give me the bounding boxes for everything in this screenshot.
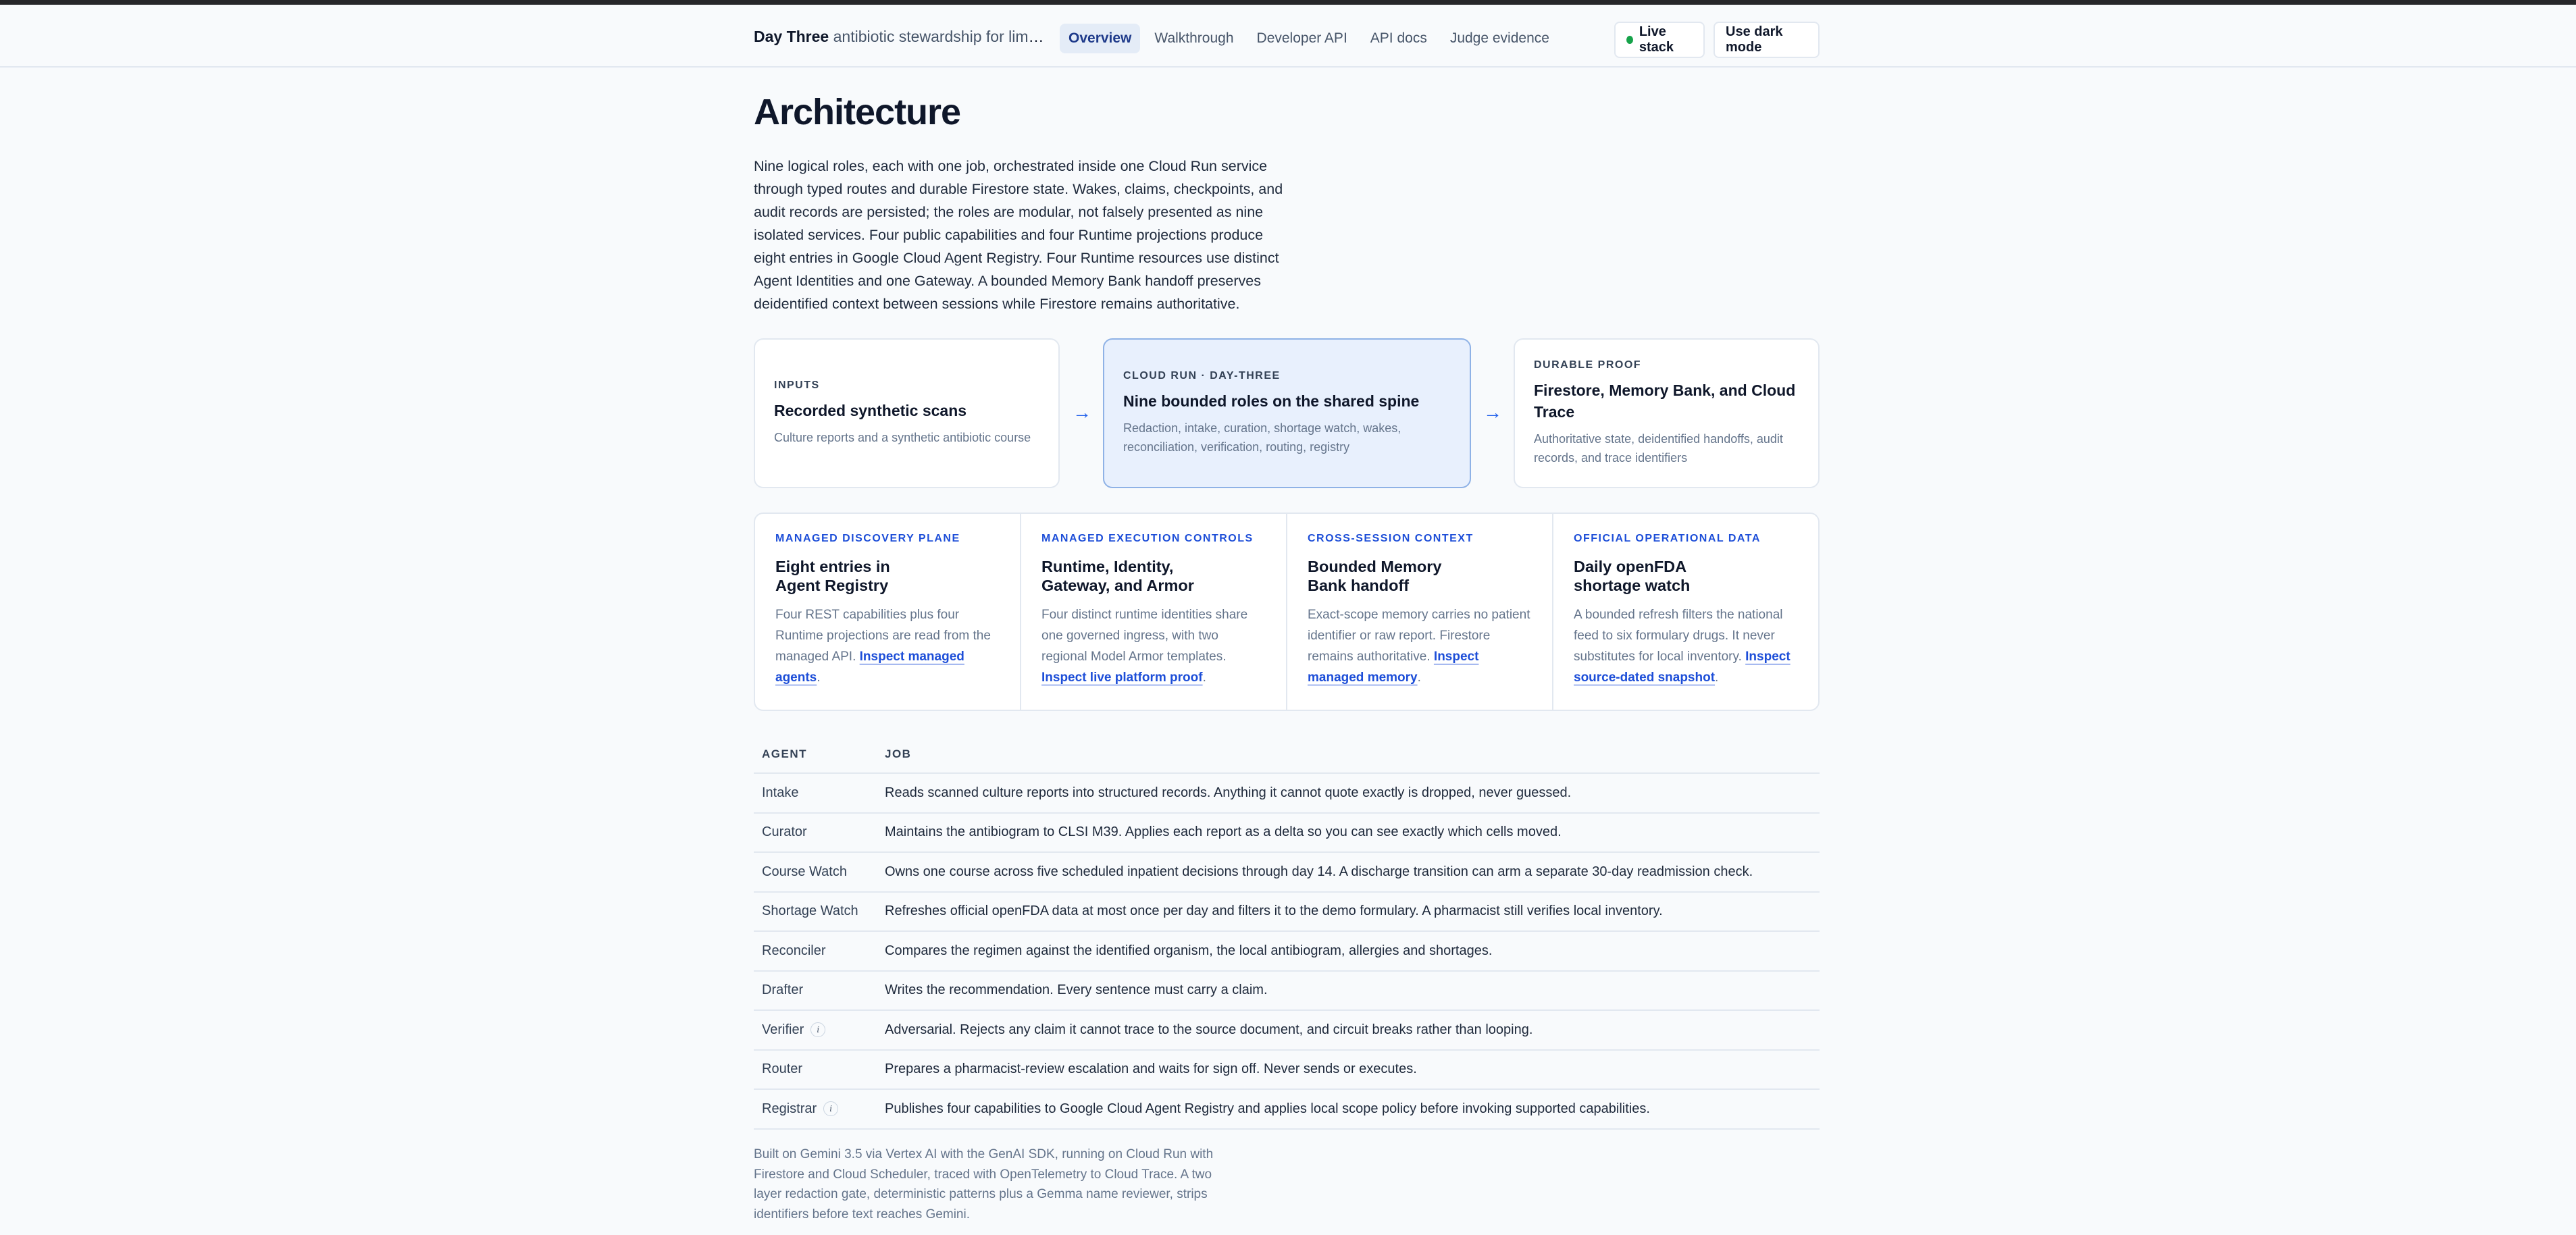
capability-eyebrow: CROSS-SESSION CONTEXT <box>1308 533 1474 544</box>
table-row: Router Prepares a pharmacist-review escal… <box>754 1049 1820 1090</box>
flow-card-title: Recorded synthetic scans <box>774 402 967 419</box>
table-row: Curator Maintains the antibiogram to CLSI… <box>754 812 1820 853</box>
flow-card-title: Nine bounded roles on the shared spine <box>1123 392 1420 410</box>
capability-title: Daily openFDA shortage watch <box>1574 558 1691 594</box>
flow-card-cloud-run: CLOUD RUN · DAY-THREE Nine bounded roles… <box>1103 338 1471 488</box>
capability-eyebrow: OFFICIAL OPERATIONAL DATA <box>1574 533 1761 544</box>
brand-tagline: antibiotic stewardship for limited ... <box>833 28 1044 45</box>
flow-card-durable-proof: DURABLE PROOF Firestore, Memory Bank, an… <box>1514 338 1820 488</box>
agents-table: AGENT JOB Intake Reads scanned culture re… <box>754 736 1820 1130</box>
live-stack-label: Live stack <box>1639 24 1674 55</box>
capability-eyebrow: MANAGED DISCOVERY PLANE <box>775 533 960 544</box>
agent-job: Compares the regimen against the identif… <box>877 931 1820 972</box>
nav-tab-developer-api[interactable]: Developer API <box>1248 24 1356 53</box>
agent-name: Registrar <box>762 1101 817 1116</box>
agent-name: Router <box>754 1049 877 1090</box>
capabilities-panel: MANAGED DISCOVERY PLANE Eight entries in… <box>754 513 1820 711</box>
agent-name: Curator <box>754 812 877 853</box>
agent-name: Drafter <box>754 970 877 1011</box>
capability-openfda-data: OFFICIAL OPERATIONAL DATA Daily openFDA … <box>1553 514 1818 710</box>
footnote: Built on Gemini 3.5 via Vertex AI with t… <box>754 1147 1214 1221</box>
agent-job: Owns one course across five scheduled in… <box>877 852 1820 893</box>
agent-job: Prepares a pharmacist-review escalation … <box>877 1049 1820 1090</box>
capability-desc-end: . <box>1417 671 1421 685</box>
table-row: Course Watch Owns one course across five … <box>754 852 1820 893</box>
info-icon[interactable]: i <box>810 1022 826 1038</box>
capability-eyebrow: MANAGED EXECUTION CONTROLS <box>1041 533 1254 544</box>
table-row: Intake Reads scanned culture reports into… <box>754 773 1820 814</box>
flow-card-desc: Authoritative state, deidentified handof… <box>1534 432 1783 465</box>
dark-mode-button[interactable]: Use dark mode <box>1714 22 1820 58</box>
agent-job: Reads scanned culture reports into struc… <box>877 773 1820 814</box>
agent-name: Verifier <box>762 1022 804 1037</box>
flow-card-desc: Culture reports and a synthetic antibiot… <box>774 431 1031 444</box>
flow-card-inputs: INPUTS Recorded synthetic scans Culture … <box>754 338 1060 488</box>
top-bar: Day Three antibiotic stewardship for lim… <box>0 5 2576 68</box>
inspect-live-platform-proof-link[interactable]: Inspect live platform proof <box>1041 671 1203 685</box>
flow-arrow-icon: → <box>1073 402 1091 423</box>
capability-cross-session-context: CROSS-SESSION CONTEXT Bounded Memory Ban… <box>1287 514 1553 710</box>
agent-job: Refreshes official openFDA data at most … <box>877 891 1820 932</box>
info-icon[interactable]: i <box>823 1101 839 1117</box>
capability-desc: Exact-scope memory carries no patient id… <box>1308 604 1532 688</box>
column-header-agent: AGENT <box>754 736 877 774</box>
agent-job: Publishes four capabilities to Google Cl… <box>877 1089 1820 1130</box>
agent-cell: Verifier i <box>754 1010 877 1051</box>
capability-desc: A bounded refresh filters the national f… <box>1574 604 1798 688</box>
page-title: Architecture <box>754 92 961 132</box>
agent-job: Adversarial. Rejects any claim it cannot… <box>877 1010 1820 1051</box>
capability-title: Bounded Memory Bank handoff <box>1308 558 1442 594</box>
agent-name: Reconciler <box>754 931 877 972</box>
capability-title: Runtime, Identity, Gateway, and Armor <box>1041 558 1194 594</box>
nav-tab-judge-evidence[interactable]: Judge evidence <box>1441 24 1558 53</box>
flow-arrow-icon: → <box>1483 402 1502 423</box>
live-stack-button[interactable]: Live stack <box>1614 22 1705 58</box>
flow-card-eyebrow: INPUTS <box>774 379 820 391</box>
agent-job: Writes the recommendation. Every sentenc… <box>877 970 1820 1011</box>
capability-desc: Four distinct runtime identities share o… <box>1041 604 1266 688</box>
nav-tab-api-docs[interactable]: API docs <box>1362 24 1436 53</box>
capability-discovery-plane: MANAGED DISCOVERY PLANE Eight entries in… <box>755 514 1021 710</box>
table-header-row: AGENT JOB <box>754 736 1820 774</box>
table-row: Reconciler Compares the regimen against t… <box>754 931 1820 972</box>
agent-cell: Registrar i <box>754 1089 877 1130</box>
flow-card-desc: Redaction, intake, curation, shortage wa… <box>1123 421 1401 454</box>
table-row: Verifier i Adversarial. Rejects any claim … <box>754 1010 1820 1051</box>
capability-title: Eight entries in Agent Registry <box>775 558 890 594</box>
capability-desc-end: . <box>1202 671 1206 685</box>
capability-desc-text: Four distinct runtime identities share o… <box>1041 608 1248 664</box>
capability-desc-end: . <box>817 671 821 685</box>
main-nav: Overview Walkthrough Developer API API d… <box>1060 24 1558 53</box>
flow-card-title: Firestore, Memory Bank, and Cloud Trace <box>1534 382 1796 421</box>
status-dot-icon <box>1626 36 1633 44</box>
flow-card-eyebrow: DURABLE PROOF <box>1534 359 1642 371</box>
agent-name: Intake <box>754 773 877 814</box>
intro-paragraph: Nine logical roles, each with one job, o… <box>754 158 1283 312</box>
agent-name: Shortage Watch <box>754 891 877 932</box>
flow-card-eyebrow: CLOUD RUN · DAY-THREE <box>1123 370 1281 382</box>
agent-name: Course Watch <box>754 852 877 893</box>
table-row: Registrar i Publishes four capabilities to… <box>754 1089 1820 1130</box>
table-row: Drafter Writes the recommendation. Every … <box>754 970 1820 1011</box>
agent-job: Maintains the antibiogram to CLSI M39. A… <box>877 812 1820 853</box>
column-header-job: JOB <box>877 736 1820 774</box>
capability-desc: Four REST capabilities plus four Runtime… <box>775 604 1000 688</box>
capability-execution-controls: MANAGED EXECUTION CONTROLS Runtime, Iden… <box>1021 514 1287 710</box>
nav-tab-walkthrough[interactable]: Walkthrough <box>1145 24 1242 53</box>
capability-desc-text: Exact-scope memory carries no patient id… <box>1308 608 1530 664</box>
brand-name: Day Three <box>754 28 829 45</box>
nav-tab-overview[interactable]: Overview <box>1060 24 1141 53</box>
table-row: Shortage Watch Refreshes official openFDA… <box>754 891 1820 932</box>
capability-desc-end: . <box>1715 671 1719 685</box>
brand[interactable]: Day Three antibiotic stewardship for lim… <box>754 28 1044 46</box>
